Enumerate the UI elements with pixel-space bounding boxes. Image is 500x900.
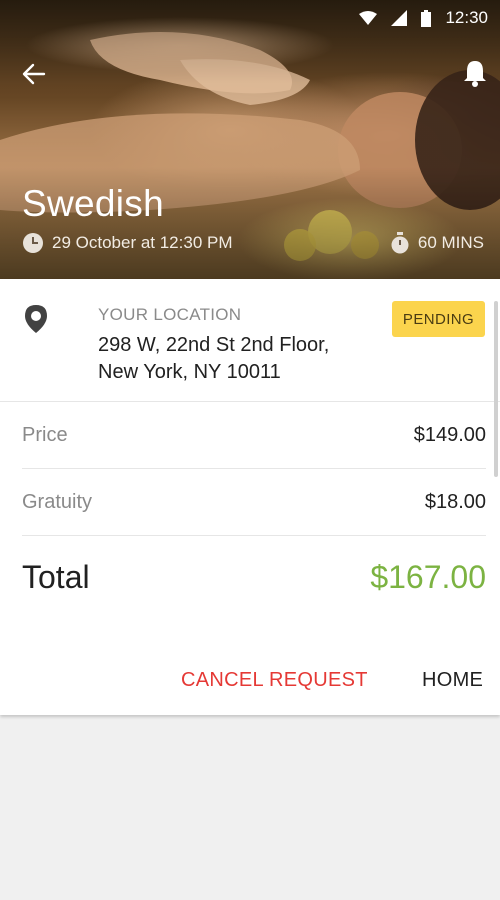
- service-title: Swedish: [22, 183, 164, 224]
- price-value: $149.00: [413, 423, 486, 446]
- hero-image: 12:30 Swedish 29 October at 12:30 PM 60 …: [0, 0, 500, 279]
- wifi-icon: [359, 11, 378, 25]
- bell-icon[interactable]: [462, 58, 488, 88]
- appointment-datetime: 29 October at 12:30 PM: [22, 232, 233, 254]
- home-button[interactable]: HOME: [422, 669, 483, 692]
- status-badge: PENDING: [392, 301, 485, 337]
- appointment-duration: 60 MINS: [390, 232, 484, 254]
- datetime-text: 29 October at 12:30 PM: [52, 233, 233, 252]
- price-row: Price $149.00: [22, 402, 486, 469]
- total-value: $167.00: [370, 558, 486, 595]
- signal-icon: [391, 10, 408, 26]
- clock-icon: [23, 233, 43, 253]
- arrow-left-icon[interactable]: [20, 60, 48, 88]
- address-line-2: New York, NY 10011: [98, 361, 281, 383]
- price-label: Price: [22, 423, 68, 446]
- stopwatch-icon: [391, 232, 409, 254]
- location-section: YOUR LOCATION 298 W, 22nd St 2nd Floor, …: [0, 279, 500, 402]
- action-bar: CANCEL REQUEST HOME: [0, 659, 500, 703]
- cancel-request-button[interactable]: CANCEL REQUEST: [181, 669, 368, 692]
- scrollbar[interactable]: [494, 301, 498, 477]
- gratuity-value: $18.00: [424, 490, 486, 513]
- address-line-1: 298 W, 22nd St 2nd Floor,: [98, 334, 330, 356]
- battery-icon: [421, 9, 432, 27]
- map-pin-icon: [25, 305, 47, 333]
- gratuity-label: Gratuity: [22, 490, 93, 513]
- location-label: YOUR LOCATION: [98, 305, 242, 324]
- total-label: Total: [22, 558, 90, 595]
- gratuity-row: Gratuity $18.00: [22, 469, 486, 536]
- duration-text: 60 MINS: [417, 233, 484, 252]
- total-row: Total $167.00: [22, 537, 486, 617]
- status-bar: 12:30: [0, 0, 500, 36]
- appointment-meta: 29 October at 12:30 PM 60 MINS: [22, 232, 484, 254]
- status-time: 12:30: [445, 8, 488, 27]
- booking-card: YOUR LOCATION 298 W, 22nd St 2nd Floor, …: [0, 279, 500, 715]
